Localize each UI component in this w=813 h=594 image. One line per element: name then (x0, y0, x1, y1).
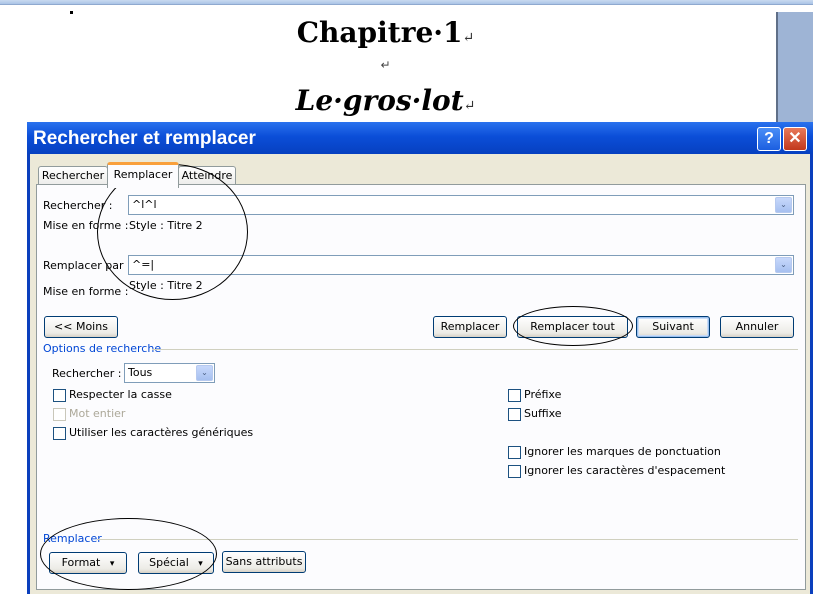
next-button[interactable]: Suivant (636, 316, 710, 338)
dialog-titlebar[interactable]: Rechercher et remplacer ? ✕ (27, 122, 813, 154)
paragraph-mark: ↵ (463, 98, 476, 114)
prefix-label[interactable]: Préfixe (524, 388, 561, 401)
wildcards-checkbox[interactable] (53, 427, 66, 440)
chevron-down-icon[interactable]: ⌄ (775, 197, 792, 213)
less-button[interactable]: << Moins (44, 316, 118, 338)
annotation-ellipse-buttons (40, 518, 217, 590)
whole-word-checkbox (53, 408, 66, 421)
suffix-label[interactable]: Suffixe (524, 407, 562, 420)
chapter-subtitle[interactable]: Le·gros·lot↵ (0, 84, 771, 117)
paragraph-mark: ↵ (462, 30, 475, 46)
ignore-punctuation-label[interactable]: Ignorer les marques de ponctuation (524, 445, 721, 458)
tab-rechercher[interactable]: Rechercher (38, 166, 108, 185)
ignore-punctuation-checkbox[interactable] (508, 446, 521, 459)
help-button[interactable]: ? (757, 127, 781, 151)
search-direction-value: Tous (128, 366, 153, 379)
wildcards-label[interactable]: Utiliser les caractères génériques (69, 426, 253, 439)
ruler-strip (0, 0, 813, 5)
prefix-checkbox[interactable] (508, 389, 521, 402)
replace-button[interactable]: Remplacer (433, 316, 507, 338)
annotation-ellipse-replace-all (513, 306, 633, 346)
paragraph-mark: ↵ (380, 58, 391, 72)
no-attributes-button[interactable]: Sans attributs (222, 551, 306, 573)
search-direction-label: Rechercher : (52, 367, 122, 380)
match-case-label[interactable]: Respecter la casse (69, 388, 172, 401)
empty-paragraph[interactable]: ↵ (0, 58, 771, 72)
chapter-heading-text: Chapitre·1 (296, 16, 463, 49)
chevron-down-icon[interactable]: ⌄ (196, 365, 213, 381)
whole-word-label: Mot entier (69, 407, 126, 420)
suffix-checkbox[interactable] (508, 408, 521, 421)
tab-remplacer[interactable]: Remplacer (107, 162, 179, 188)
ignore-whitespace-label[interactable]: Ignorer les caractères d'espacement (524, 464, 725, 477)
cancel-button[interactable]: Annuler (720, 316, 794, 338)
match-case-checkbox[interactable] (53, 389, 66, 402)
chevron-down-icon[interactable]: ⌄ (775, 257, 792, 273)
ignore-whitespace-checkbox[interactable] (508, 465, 521, 478)
text-marker (70, 11, 73, 14)
group-divider (152, 349, 798, 350)
replace-format-label: Mise en forme : (43, 285, 129, 298)
search-options-title: Options de recherche (43, 342, 162, 355)
chapter-heading[interactable]: Chapitre·1↵ (0, 16, 771, 49)
chapter-subtitle-text: Le·gros·lot (295, 84, 464, 117)
close-button[interactable]: ✕ (783, 127, 807, 151)
search-direction-select[interactable]: Tous ⌄ (124, 363, 215, 383)
dialog-title: Rechercher et remplacer (33, 128, 256, 149)
